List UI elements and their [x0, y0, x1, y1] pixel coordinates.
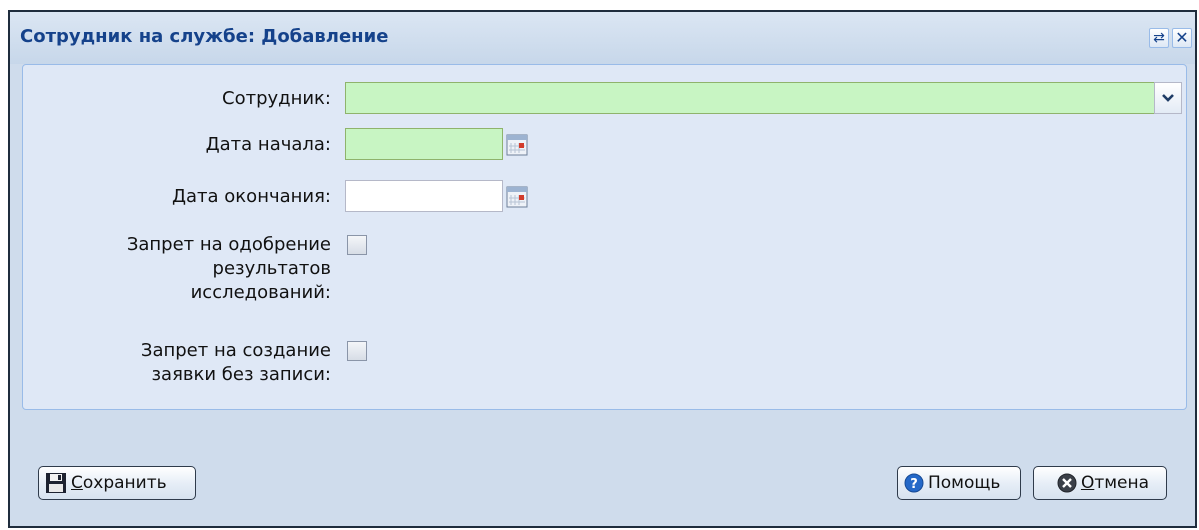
employee-label: Сотрудник: [222, 88, 331, 109]
start-date-calendar-button[interactable] [506, 134, 528, 156]
deny-request-label-line-2: заявки без записи: [151, 364, 331, 385]
deny-approval-label-line-1: Запрет на одобрение [126, 234, 331, 255]
chevron-down-icon [1162, 94, 1174, 102]
start-date-label: Дата начала: [205, 134, 331, 155]
cancel-button-label-hotkey: О [1080, 473, 1095, 493]
dialog-title: Сотрудник на службе: Добавление [20, 26, 389, 47]
deny-approval-label-line-2: результатов [212, 258, 331, 279]
employee-dropdown-trigger[interactable] [1154, 82, 1182, 114]
calendar-icon [506, 186, 528, 208]
end-date-label: Дата окончания: [171, 186, 331, 207]
svg-text:?: ? [910, 477, 918, 492]
help-icon: ? [904, 473, 924, 493]
save-button-label: охранить [82, 473, 167, 493]
cancel-button[interactable]: Отмена [1033, 466, 1167, 500]
close-icon[interactable]: ✕ [1172, 28, 1192, 48]
end-date-calendar-button[interactable] [506, 186, 528, 208]
deny-request-checkbox[interactable] [347, 341, 367, 361]
deny-approval-checkbox[interactable] [347, 235, 367, 255]
cancel-button-label: тмена [1094, 473, 1150, 493]
form-panel: Сотрудник: Дата начала: Дата окончания: [22, 64, 1187, 410]
restore-icon[interactable]: ⇄ [1149, 28, 1169, 48]
dialog-header[interactable]: Сотрудник на службе: Добавление ⇄ ✕ [10, 12, 1195, 64]
employee-combobox-input[interactable] [345, 82, 1155, 114]
employee-on-duty-dialog: Сотрудник на службе: Добавление ⇄ ✕ Сотр… [8, 10, 1197, 528]
calendar-icon [506, 134, 528, 156]
end-date-input[interactable] [345, 180, 503, 212]
start-date-input[interactable] [345, 128, 503, 160]
help-button[interactable]: ? Помощь [897, 466, 1021, 500]
save-button[interactable]: Сохранить [38, 466, 196, 500]
deny-request-label-line-1: Запрет на создание [140, 340, 331, 361]
help-button-label: Помощь [928, 473, 1001, 493]
save-disk-icon [46, 473, 66, 493]
deny-approval-label-line-3: исследований: [190, 282, 331, 303]
cancel-icon [1057, 473, 1077, 493]
save-button-label-hotkey: С [71, 473, 83, 493]
